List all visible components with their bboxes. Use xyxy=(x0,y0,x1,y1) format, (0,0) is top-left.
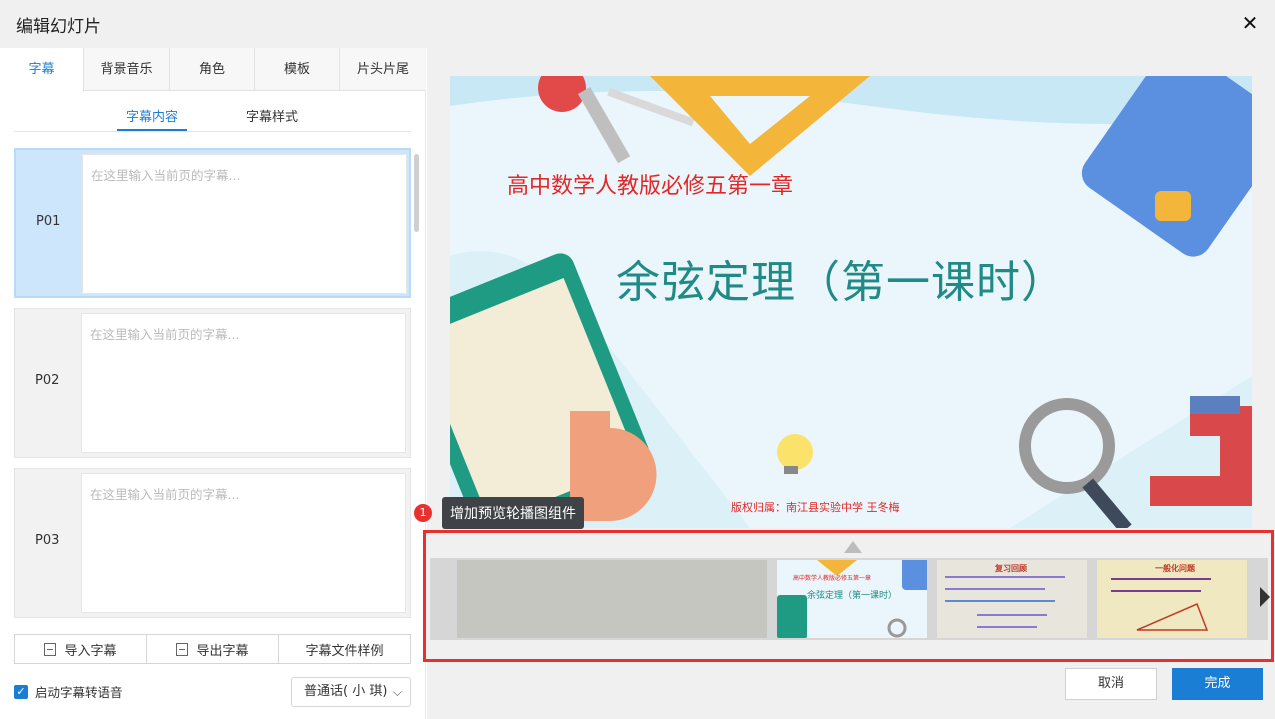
export-icon xyxy=(176,642,189,656)
caret-up-icon xyxy=(844,541,862,553)
thumb-lines xyxy=(945,576,1065,628)
slide-title: 余弦定理（第一课时） xyxy=(616,257,1066,308)
tts-toggle[interactable]: ✓ 启动字幕转语音 xyxy=(14,682,123,701)
checkbox-checked-icon[interactable]: ✓ xyxy=(14,684,28,699)
subtab-content[interactable]: 字幕内容 xyxy=(126,106,178,125)
chevron-down-icon: ⌵ xyxy=(392,685,402,699)
window-title: 编辑幻灯片 xyxy=(16,17,101,37)
carousel-thumb[interactable]: 一般化问题 xyxy=(1097,560,1247,638)
subtitle-textarea[interactable]: 在这里输入当前页的字幕... xyxy=(81,313,406,453)
subtitle-file-actions: 导入字幕 导出字幕 字幕文件样例 xyxy=(14,634,411,664)
thumb-triangle xyxy=(1111,578,1211,631)
carousel-thumb[interactable]: 复习回顾 xyxy=(937,560,1087,638)
voice-select[interactable]: 普通话( 小 琪) ⌵ xyxy=(291,677,411,707)
slide-number: P02 xyxy=(35,373,60,388)
subtab-style[interactable]: 字幕样式 xyxy=(246,106,298,125)
import-label: 导入字幕 xyxy=(64,643,117,659)
tab-subtitles[interactable]: 字幕 xyxy=(0,48,84,92)
carousel-track: 高中数学人教版必修五第一章 余弦定理（第一课时） 复习回顾 一般化问题 xyxy=(430,558,1268,640)
export-label: 导出字幕 xyxy=(196,643,249,659)
slide-card-p02[interactable]: P02 在这里输入当前页的字幕... xyxy=(14,308,411,458)
annotation-tooltip: 1 增加预览轮播图组件 xyxy=(414,497,584,529)
done-button[interactable]: 完成 xyxy=(1172,668,1263,700)
thumb-subtitle: 高中数学人教版必修五第一章 xyxy=(793,575,872,582)
title-bar: 编辑幻灯片 ✕ xyxy=(0,0,1275,48)
carousel-next-arrow-icon[interactable] xyxy=(1260,587,1270,607)
tab-template[interactable]: 模板 xyxy=(255,48,340,91)
sample-label: 字幕文件样例 xyxy=(305,643,384,659)
import-subtitles-button[interactable]: 导入字幕 xyxy=(14,634,147,664)
left-panel: 字幕 背景音乐 角色 模板 片头片尾 字幕内容 字幕样式 P01 在这里输入当前… xyxy=(0,48,426,719)
subtitle-list: P01 在这里输入当前页的字幕... P02 在这里输入当前页的字幕... P0… xyxy=(14,148,411,620)
slide-card-p01[interactable]: P01 在这里输入当前页的字幕... xyxy=(14,148,411,298)
slide-number: P03 xyxy=(35,533,60,548)
subtitle-textarea[interactable]: 在这里输入当前页的字幕... xyxy=(82,154,407,294)
cancel-button[interactable]: 取消 xyxy=(1065,668,1157,700)
voice-value: 普通话( 小 琪) xyxy=(304,684,388,699)
slide-card-p03[interactable]: P03 在这里输入当前页的字幕... xyxy=(14,468,411,618)
import-icon xyxy=(44,642,57,656)
tab-bar: 字幕 背景音乐 角色 模板 片头片尾 xyxy=(0,48,426,92)
carousel-empty-area xyxy=(457,560,767,638)
slide-copyright: 版权归属：南江县实验中学 王冬梅 xyxy=(731,501,900,514)
annotation-badge: 1 xyxy=(414,504,432,522)
thumb-title: 余弦定理（第一课时） xyxy=(807,591,898,601)
tts-label: 启动字幕转语音 xyxy=(35,685,123,700)
annotation-text: 增加预览轮播图组件 xyxy=(442,497,584,529)
active-subtab-indicator xyxy=(117,129,187,131)
slide-subtitle: 高中数学人教版必修五第一章 xyxy=(507,174,794,199)
close-icon[interactable]: ✕ xyxy=(1237,10,1263,36)
preview-carousel: 高中数学人教版必修五第一章 余弦定理（第一课时） 复习回顾 一般化问题 xyxy=(423,530,1274,662)
carousel-thumb[interactable]: 高中数学人教版必修五第一章 余弦定理（第一课时） xyxy=(777,560,927,638)
list-scrollbar[interactable] xyxy=(414,154,419,232)
export-subtitles-button[interactable]: 导出字幕 xyxy=(147,634,279,664)
subtitle-textarea[interactable]: 在这里输入当前页的字幕... xyxy=(81,473,406,613)
tab-background-music[interactable]: 背景音乐 xyxy=(84,48,170,91)
tab-character[interactable]: 角色 xyxy=(170,48,255,91)
subtitle-sample-button[interactable]: 字幕文件样例 xyxy=(279,634,411,664)
slide-number: P01 xyxy=(36,214,61,229)
slide-preview: 高中数学人教版必修五第一章 余弦定理（第一课时） 版权归属：南江县实验中学 王冬… xyxy=(450,76,1252,528)
tab-intro-outro[interactable]: 片头片尾 xyxy=(340,48,426,91)
subtab-bar: 字幕内容 字幕样式 xyxy=(14,100,411,132)
